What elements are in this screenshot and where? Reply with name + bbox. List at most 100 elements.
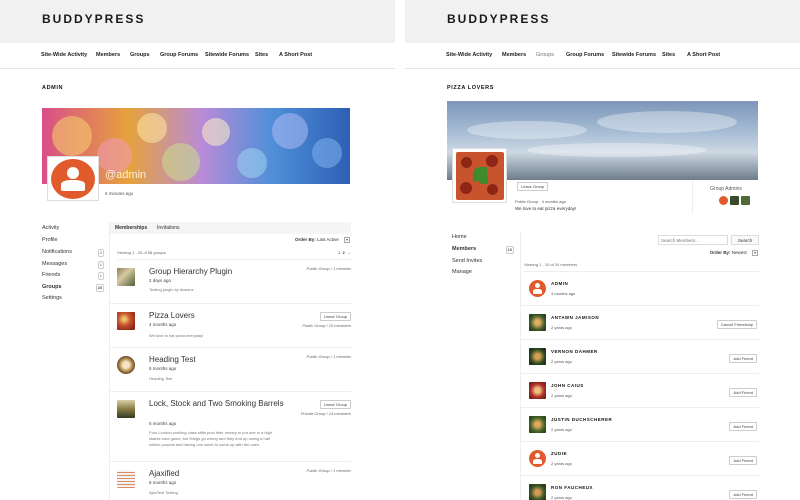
menu-item-groups[interactable]: Groups 28 [42, 284, 104, 295]
nav-item-short-post[interactable]: A Short Post [687, 52, 720, 58]
menu-item-home[interactable]: Home [452, 234, 514, 245]
group-members-screen: BUDDYPRESS Site-Wide Activity Members Gr… [405, 0, 800, 500]
nav-item-sites[interactable]: Sites [255, 52, 268, 58]
nav-item-sitewide-forums[interactable]: Sitewide Forums [205, 52, 249, 58]
group-avatar[interactable] [117, 470, 135, 488]
member-name[interactable]: ZUDIE [551, 451, 567, 456]
leave-group-button[interactable]: Leave Group [319, 400, 351, 409]
member-avatar[interactable] [529, 416, 546, 433]
messages-count-badge: 1 [97, 261, 104, 269]
nav-item-members[interactable]: Members [96, 52, 120, 58]
menu-item-activity[interactable]: Activity [42, 225, 104, 236]
page-2-link[interactable]: 2 [343, 250, 345, 255]
members-count-badge: 10 [505, 246, 514, 254]
nav-item-short-post[interactable]: A Short Post [279, 52, 312, 58]
nav-item-sites[interactable]: Sites [662, 52, 675, 58]
profile-avatar-frame[interactable] [47, 156, 99, 201]
menu-item-manage[interactable]: Manage [452, 269, 514, 280]
group-avatar-frame[interactable] [452, 148, 507, 203]
nav-item-members[interactable]: Members [502, 52, 526, 58]
chevron-down-icon[interactable]: ▾ [752, 250, 758, 256]
menu-item-settings[interactable]: Settings [42, 295, 104, 306]
site-title[interactable]: BUDDYPRESS [42, 12, 145, 26]
menu-item-profile[interactable]: Profile [42, 237, 104, 248]
tab-invitations[interactable]: Invitations [157, 225, 180, 231]
member-avatar[interactable] [529, 382, 546, 399]
admin-avatar[interactable] [719, 196, 728, 205]
menu-item-friends[interactable]: Friends 1 [42, 272, 104, 283]
member-name[interactable]: VERNON DAHMER [551, 349, 598, 354]
member-name[interactable]: RON FAUCHEUX [551, 485, 593, 490]
add-friend-button[interactable]: Add Friend [729, 354, 757, 363]
group-avatar[interactable] [117, 312, 135, 330]
member-active-time: 2 years ago [551, 325, 572, 330]
last-active-time: 5 minutes ago [105, 191, 134, 196]
nav-item-activity[interactable]: Site-Wide Activity [41, 52, 87, 58]
member-name[interactable]: JOHN CAIUS [551, 383, 584, 388]
next-page-link[interactable]: → [347, 250, 351, 255]
main-nav: Site-Wide Activity Members Groups Group … [0, 43, 395, 69]
group-admins-title: Group Admins [710, 186, 742, 192]
leave-group-button[interactable]: Leave Group [319, 312, 351, 321]
member-name[interactable]: JUSTIN DUCHSCHERER [551, 417, 612, 422]
nav-item-sitewide-forums[interactable]: Sitewide Forums [612, 52, 656, 58]
menu-item-send-invites[interactable]: Send Invites [452, 258, 514, 269]
admin-avatar[interactable] [730, 196, 739, 205]
group-avatar[interactable] [117, 400, 135, 418]
tab-memberships[interactable]: Memberships [115, 225, 147, 231]
group-avatar[interactable] [117, 268, 135, 286]
search-members-input[interactable]: Search Members... [658, 235, 728, 245]
pizza-image [456, 152, 504, 200]
group-active-time: 5 months ago [149, 366, 177, 371]
person-silhouette-icon[interactable] [529, 450, 546, 467]
main-nav: Site-Wide Activity Members Groups Group … [405, 43, 800, 69]
group-list-item: Ajaxified 6 months ago AjaxTest Testing … [110, 462, 351, 500]
group-name[interactable]: Ajaxified [149, 469, 284, 479]
page-title: PIZZA LOVERS [447, 85, 495, 91]
admin-avatar[interactable] [741, 196, 750, 205]
menu-item-notifications[interactable]: Notifications 2 [42, 249, 104, 260]
member-avatar[interactable] [529, 314, 546, 331]
chevron-down-icon[interactable]: ▾ [344, 237, 350, 243]
nav-item-activity[interactable]: Site-Wide Activity [446, 52, 492, 58]
group-description: Testing plugin by dcavins [149, 287, 194, 292]
order-by-control[interactable]: Order By: Newest ▾ [710, 250, 758, 256]
person-silhouette-icon[interactable] [529, 280, 546, 297]
nav-item-groups[interactable]: Groups [536, 52, 554, 58]
nav-item-groups[interactable]: Groups [130, 52, 150, 58]
add-friend-button[interactable]: Add Friend [729, 422, 757, 431]
member-name[interactable]: ANTAWN JAMISON [551, 315, 599, 320]
menu-item-messages[interactable]: Messages 1 [42, 261, 104, 272]
group-name[interactable]: Group Hierarchy Plugin [149, 267, 284, 277]
group-meta: Public Group / 1 member [306, 266, 351, 271]
group-avatar[interactable] [117, 356, 135, 374]
member-active-time: 2 years ago [551, 495, 572, 500]
add-friend-button[interactable]: Add Friend [729, 490, 757, 499]
page-1-link[interactable]: 1 [338, 250, 340, 255]
search-button[interactable]: Search [731, 235, 759, 245]
member-active-time: 4 months ago [551, 291, 576, 296]
cancel-friendship-button[interactable]: Cancel Friendship [716, 320, 757, 329]
add-friend-button[interactable]: Add Friend [729, 456, 757, 465]
member-avatar[interactable] [529, 484, 546, 500]
group-name[interactable]: Lock, Stock and Two Smoking Barrels [149, 399, 284, 409]
member-name[interactable]: ADMIN [551, 281, 568, 286]
order-by-value: Newest [731, 250, 747, 256]
member-avatar[interactable] [529, 348, 546, 365]
group-name[interactable]: Heading Test [149, 355, 284, 365]
site-title[interactable]: BUDDYPRESS [447, 12, 550, 26]
member-active-time: 2 years ago [551, 359, 572, 364]
members-content: Search Members... Search Order By: Newes… [520, 232, 759, 500]
pagination: 1 2 → [338, 250, 351, 255]
group-meta: Private Group / 14 members [300, 411, 351, 416]
group-description: We love to eat pizza everyday! [515, 206, 577, 211]
nav-item-group-forums[interactable]: Group Forums [566, 52, 604, 58]
nav-item-group-forums[interactable]: Group Forums [160, 52, 198, 58]
groups-content: Memberships Invitations Order By: Last A… [109, 222, 351, 500]
order-by-control[interactable]: Order By: Last Active ▾ [295, 237, 350, 243]
group-name[interactable]: Pizza Lovers [149, 311, 284, 321]
menu-item-members[interactable]: Members 10 [452, 246, 514, 257]
add-friend-button[interactable]: Add Friend [729, 388, 757, 397]
leave-group-button[interactable]: Leave Group [517, 182, 549, 191]
members-count: Viewing 1 - 10 of 10 members [524, 262, 759, 272]
